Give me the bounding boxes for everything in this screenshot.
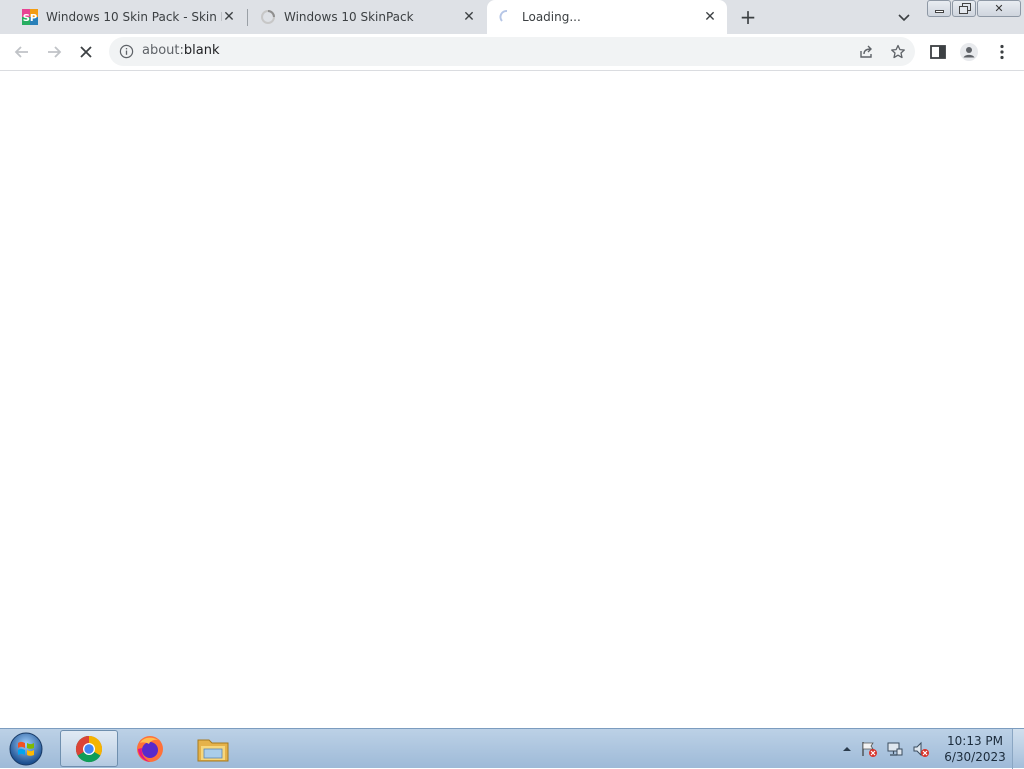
close-tab-icon[interactable]: ✕ [221,9,237,25]
volume-muted-icon[interactable] [912,740,930,758]
taskbar-chrome[interactable] [60,730,118,767]
show-hidden-icons-icon[interactable] [842,744,852,754]
start-orb-icon[interactable] [6,731,46,767]
share-icon[interactable] [858,44,874,60]
system-tray [842,739,938,759]
taskbar-firefox[interactable] [121,730,179,767]
url-path: blank [183,43,220,58]
chrome-icon [75,735,103,762]
tab-title: Windows 10 SkinPack [284,10,414,24]
tab-loading[interactable]: Loading... ✕ [487,0,727,34]
profile-avatar-icon[interactable] [959,42,979,62]
tab-title: Loading... [522,10,581,24]
loading-spinner-icon [499,10,508,22]
tab-title: Windows 10 Skin Pack - Skin Pac [46,10,222,24]
forward-arrow-icon[interactable] [44,42,64,62]
action-center-flag-icon[interactable] [860,740,878,758]
show-desktop-button[interactable] [1012,729,1024,769]
window-close-button[interactable]: ✕ [977,0,1021,17]
tab-skinpack[interactable]: Windows 10 SkinPack ✕ [252,0,486,34]
tab-divider [247,9,248,26]
firefox-icon [137,735,163,762]
close-tab-icon[interactable]: ✕ [461,9,477,25]
bookmark-star-icon[interactable] [890,44,906,60]
new-tab-button[interactable]: + [737,6,759,28]
window-controls: ✕ [927,0,1022,17]
tab-search-chevron-icon[interactable] [896,9,912,25]
clock-date: 6/30/2023 [944,750,1006,764]
taskbar: 10:13 PM 6/30/2023 [0,728,1024,769]
more-menu-icon[interactable] [992,42,1012,62]
skinpack-favicon: SP [22,9,38,25]
minimize-button[interactable] [927,0,951,17]
network-icon[interactable] [886,740,904,758]
back-arrow-icon[interactable] [12,42,32,62]
stop-loading-icon[interactable] [76,42,96,62]
restore-button[interactable] [952,0,976,17]
page-content[interactable] [0,71,1024,728]
side-panel-icon[interactable] [928,42,948,62]
tab-skin-pack[interactable]: SP Windows 10 Skin Pack - Skin Pac ✕ [14,0,246,34]
taskbar-file-explorer[interactable] [184,730,242,767]
spinner-favicon [261,10,275,24]
browser-toolbar: about:blank [0,34,1024,88]
taskbar-clock[interactable]: 10:13 PM 6/30/2023 [940,733,1010,765]
address-bar[interactable]: about:blank [109,37,915,66]
close-tab-icon[interactable]: ✕ [702,9,718,25]
clock-time: 10:13 PM [947,734,1003,748]
url-scheme: about: [142,43,184,58]
folder-icon [197,739,229,761]
url-text[interactable]: about:blank [142,43,220,58]
info-icon[interactable] [119,44,134,59]
svg-text:SP: SP [23,13,38,24]
tab-strip: SP Windows 10 Skin Pack - Skin Pac ✕ Win… [0,0,1024,34]
